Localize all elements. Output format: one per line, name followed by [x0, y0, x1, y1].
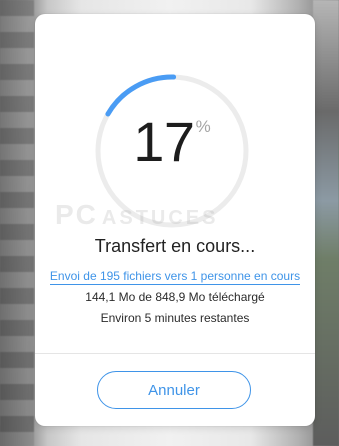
- dialog-divider: [35, 353, 315, 354]
- watermark-primary: PC: [55, 199, 98, 230]
- cancel-button[interactable]: Annuler: [97, 371, 251, 409]
- transfer-size-status: 144,1 Mo de 848,9 Mo téléchargé: [85, 290, 265, 304]
- watermark-secondary: ASTUCES: [101, 207, 219, 229]
- screen-background: 17% PC ASTUCES Transfert en cours... Envo…: [0, 0, 339, 446]
- watermark: PC ASTUCES: [55, 199, 325, 231]
- transfer-title: Transfert en cours...: [94, 236, 256, 256]
- transfer-details-link-wrap: Envoi de 195 fichiers vers 1 personne en…: [43, 269, 307, 285]
- progress-percentage: 17%: [87, 114, 257, 170]
- progress-value: 17: [133, 110, 195, 173]
- background-left: [0, 0, 34, 446]
- transfer-eta: Environ 5 minutes restantes: [100, 311, 250, 325]
- transfer-details-link[interactable]: Envoi de 195 fichiers vers 1 personne en…: [49, 269, 301, 285]
- progress-percent-sign: %: [195, 117, 211, 136]
- transfer-dialog: 17% PC ASTUCES Transfert en cours... Envo…: [35, 14, 315, 426]
